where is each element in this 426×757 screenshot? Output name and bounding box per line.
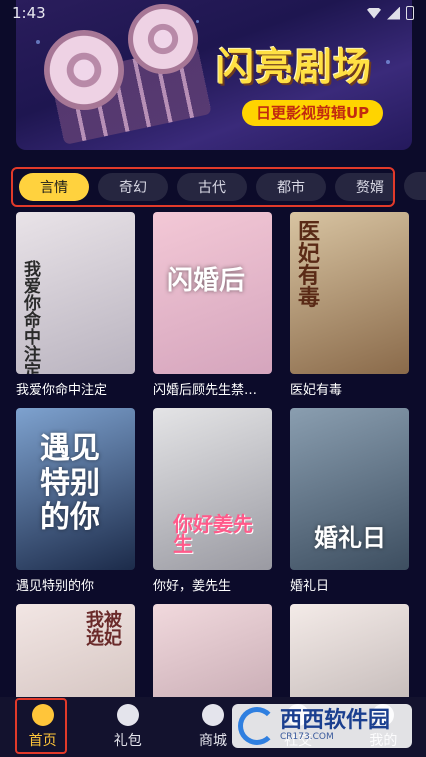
signal-icon: [387, 6, 400, 20]
poster-title: 我被选妃: [86, 610, 122, 649]
poster-title: 闪婚后: [167, 266, 246, 296]
status-time: 1:43: [12, 4, 46, 22]
drama-poster[interactable]: 我爱你命中注定: [16, 212, 135, 374]
drama-card[interactable]: 遇见特别的你 遇见特别的你: [16, 408, 135, 604]
nav-label: 礼包: [113, 733, 142, 749]
drama-card[interactable]: 闪婚后 闪婚后顾先生禁…: [153, 212, 272, 408]
status-icons: [367, 6, 414, 20]
tab-fantasy[interactable]: 奇幻: [98, 173, 168, 201]
drama-poster[interactable]: 你好姜先生: [153, 408, 272, 570]
drama-poster[interactable]: 闪婚后: [153, 212, 272, 374]
drama-card[interactable]: 我爱你命中注定 我爱你命中注定: [16, 212, 135, 408]
drama-poster[interactable]: 遇见特别的你: [16, 408, 135, 570]
drama-title[interactable]: 婚礼日: [290, 570, 409, 604]
sparkle-icon: [36, 40, 40, 44]
tab-romance[interactable]: 言情: [19, 173, 89, 201]
poster-title: 我爱你命中注定: [24, 260, 41, 375]
tab-urban[interactable]: 都市: [256, 173, 326, 201]
drama-title[interactable]: 我爱你命中注定: [16, 374, 135, 408]
drama-title[interactable]: 医妃有毒: [290, 374, 409, 408]
status-bar: 1:43: [0, 0, 426, 26]
drama-poster[interactable]: 医妃有毒: [290, 212, 409, 374]
nav-label: 商城: [198, 733, 227, 749]
watermark: 西西软件园 CR173.COM: [232, 704, 412, 748]
banner-title: 闪亮剧场: [216, 45, 373, 89]
nav-home[interactable]: 首页: [13, 704, 73, 750]
tab-ancient[interactable]: 古代: [177, 173, 247, 201]
category-tabs: 言情 奇幻 古代 都市 赘婿: [11, 167, 395, 207]
drama-grid: 我爱你命中注定 我爱你命中注定 闪婚后 闪婚后顾先生禁… 医妃有毒 医妃有毒 遇…: [16, 212, 410, 757]
tab-partial-next[interactable]: [404, 172, 426, 200]
drama-card[interactable]: 婚礼日 婚礼日: [290, 408, 409, 604]
watermark-logo-icon: [238, 707, 276, 745]
tab-son-in-law[interactable]: 赘婿: [335, 173, 393, 201]
film-reel-icon: [44, 30, 124, 110]
sparkle-icon: [386, 60, 390, 64]
poster-title: 你好姜先生: [173, 512, 253, 556]
watermark-url: CR173.COM: [280, 732, 334, 742]
gift-icon: [116, 704, 139, 726]
poster-title: 遇见特别的你: [40, 431, 100, 535]
nav-gift[interactable]: 礼包: [98, 704, 158, 750]
wifi-icon: [367, 7, 381, 19]
banner-subtitle: 日更影视剪辑UP: [242, 100, 384, 126]
drama-poster[interactable]: 婚礼日: [290, 408, 409, 570]
drama-title[interactable]: 你好，姜先生: [153, 570, 272, 604]
drama-title[interactable]: 闪婚后顾先生禁…: [153, 374, 272, 408]
store-icon: [201, 704, 224, 726]
poster-title: 医妃有毒: [298, 220, 321, 311]
home-icon: [31, 704, 54, 726]
poster-title: 婚礼日: [314, 524, 386, 552]
battery-icon: [406, 6, 414, 20]
drama-card[interactable]: 医妃有毒 医妃有毒: [290, 212, 409, 408]
nav-label: 首页: [28, 733, 57, 749]
watermark-brand: 西西软件园: [280, 708, 391, 733]
drama-title[interactable]: 遇见特别的你: [16, 570, 135, 604]
drama-card[interactable]: 你好姜先生 你好，姜先生: [153, 408, 272, 604]
